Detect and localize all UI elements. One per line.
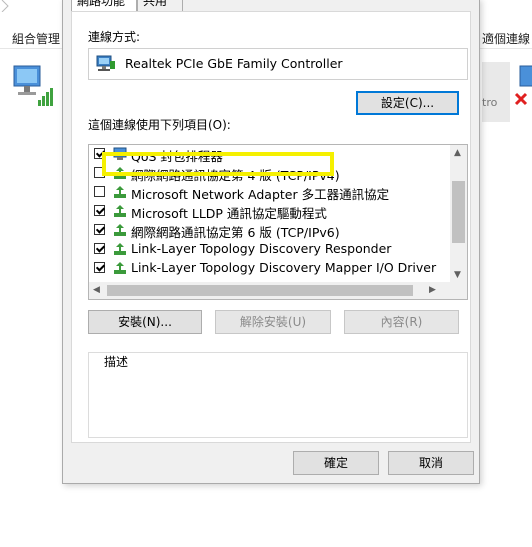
component-label: Link-Layer Topology Discovery Responder xyxy=(131,241,392,256)
cancel-button[interactable]: 取消 xyxy=(388,451,474,475)
scroll-left-icon[interactable]: ◀ xyxy=(93,286,100,295)
list-item[interactable]: Microsoft Network Adapter 多工器通訊協定 xyxy=(89,182,449,202)
configure-button[interactable]: 設定(C)... xyxy=(356,91,459,115)
networking-tab-panel: 連線方式: Realtek PCIe GbE Family Controller… xyxy=(71,11,471,443)
background-fragment xyxy=(0,0,14,13)
protocol-icon xyxy=(113,261,127,275)
scroll-right-icon[interactable]: ▶ xyxy=(429,286,436,295)
horizontal-scroll-thumb[interactable] xyxy=(107,285,413,296)
ok-button[interactable]: 確定 xyxy=(293,451,379,475)
selected-connection-text: tro xyxy=(482,96,498,109)
list-item[interactable]: Link-Layer Topology Discovery Responder xyxy=(89,239,449,258)
protocol-icon xyxy=(113,223,127,237)
network-properties-dialog: 網路功能 共用 連線方式: Realtek PCIe GbE Family Co… xyxy=(62,0,480,484)
connect-using-label: 連線方式: xyxy=(88,30,141,44)
protocol-icon xyxy=(113,242,127,256)
description-label: 描述 xyxy=(100,353,133,370)
description-group xyxy=(88,352,468,438)
organize-menu[interactable]: 組合管理 xyxy=(12,30,60,47)
component-checkbox[interactable] xyxy=(94,243,105,254)
highlight-annotation xyxy=(102,152,334,176)
vertical-scrollbar[interactable]: ▲ ▼ xyxy=(450,145,467,283)
tab-networking[interactable]: 網路功能 xyxy=(71,0,137,11)
vertical-scroll-thumb[interactable] xyxy=(452,181,465,243)
network-adapter-icon xyxy=(96,55,116,73)
items-label: 這個連線使用下列項目(O): xyxy=(88,118,231,132)
component-checkbox[interactable] xyxy=(94,262,105,273)
protocol-icon xyxy=(113,204,127,218)
list-item[interactable]: Link-Layer Topology Discovery Mapper I/O… xyxy=(89,258,449,277)
component-checkbox[interactable] xyxy=(94,224,105,235)
component-checkbox[interactable] xyxy=(94,205,105,216)
component-checkbox[interactable] xyxy=(94,186,105,197)
install-button[interactable]: 安裝(N)... xyxy=(88,310,202,334)
list-item[interactable]: Microsoft LLDP 通訊協定驅動程式 xyxy=(89,201,449,221)
uninstall-button[interactable]: 解除安裝(U) xyxy=(215,310,331,334)
scroll-up-icon[interactable]: ▲ xyxy=(454,149,461,158)
tab-sharing[interactable]: 共用 xyxy=(137,0,183,11)
network-connection-icon[interactable] xyxy=(12,64,58,108)
horizontal-scrollbar[interactable]: ◀ ▶ xyxy=(89,282,467,299)
scroll-down-icon[interactable]: ▼ xyxy=(454,271,461,280)
protocol-icon xyxy=(113,185,127,199)
background-toolbar-label[interactable]: 適個連線 xyxy=(482,30,530,47)
adapter-box: Realtek PCIe GbE Family Controller xyxy=(88,48,468,80)
selected-connection[interactable] xyxy=(482,62,510,122)
adapter-name: Realtek PCIe GbE Family Controller xyxy=(125,56,343,71)
component-label: Link-Layer Topology Discovery Mapper I/O… xyxy=(131,260,437,275)
disconnected-network-icon[interactable] xyxy=(514,64,532,110)
list-item[interactable]: 網際網路通訊協定第 6 版 (TCP/IPv6) xyxy=(89,220,449,240)
properties-button[interactable]: 內容(R) xyxy=(344,310,459,334)
